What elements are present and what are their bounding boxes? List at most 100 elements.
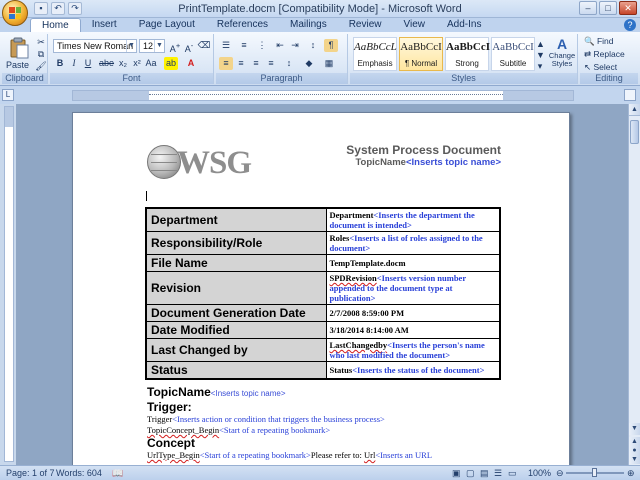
- shrink-font-icon[interactable]: A-: [182, 39, 196, 54]
- page-count[interactable]: Page: 1 of 7: [6, 468, 55, 478]
- zoom-knob[interactable]: [592, 468, 597, 477]
- decrease-indent-icon[interactable]: ⇤: [273, 39, 287, 52]
- topic-prefix: TopicName: [355, 157, 406, 168]
- align-right-icon[interactable]: ≡: [249, 57, 263, 70]
- previous-page-icon[interactable]: ▲: [629, 437, 640, 446]
- justify-icon[interactable]: ≡: [264, 57, 278, 70]
- row-value[interactable]: Status<Inserts the status of the documen…: [325, 361, 501, 380]
- zoom-out-icon[interactable]: ⊖: [556, 468, 564, 479]
- horizontal-ruler[interactable]: [72, 90, 574, 101]
- tab-mailings[interactable]: Mailings: [279, 18, 338, 32]
- select-button[interactable]: ↖ Select: [584, 62, 617, 73]
- zoom-in-icon[interactable]: ⊕: [627, 468, 635, 479]
- draft-icon[interactable]: ▭: [508, 468, 517, 479]
- browse-object-icon[interactable]: ●: [629, 446, 640, 455]
- format-painter-icon[interactable]: 🖌: [34, 60, 48, 73]
- numbering-icon[interactable]: ≡: [237, 39, 251, 52]
- topic-heading[interactable]: TopicName<Inserts topic name>: [147, 385, 507, 399]
- close-button[interactable]: ✕: [619, 1, 637, 15]
- zoom-slider[interactable]: [566, 468, 624, 477]
- minimize-button[interactable]: –: [579, 1, 597, 15]
- url-line[interactable]: UrlType_Begin<Start of a repeating bookm…: [147, 450, 507, 461]
- italic-icon[interactable]: I: [67, 57, 81, 70]
- font-name-combo[interactable]: Times New Roman ▼: [53, 39, 137, 53]
- shading-icon[interactable]: ◆: [302, 57, 316, 70]
- replace-button[interactable]: ⇄ Replace: [584, 49, 625, 60]
- web-layout-icon[interactable]: ▤: [480, 468, 489, 479]
- style-emphasis[interactable]: AaBbCcL Emphasis: [353, 37, 397, 71]
- underline-icon[interactable]: U: [81, 57, 95, 70]
- style-subtitle[interactable]: AaBbCcI Subtitle: [491, 37, 535, 71]
- vertical-scrollbar[interactable]: ▲ ▼ ▲ ● ▼: [628, 104, 640, 465]
- font-color-icon[interactable]: A: [184, 57, 198, 70]
- paste-icon[interactable]: [8, 37, 30, 59]
- bold-icon[interactable]: B: [53, 57, 67, 70]
- tab-review[interactable]: Review: [338, 18, 393, 32]
- align-left-icon[interactable]: ≡: [219, 57, 233, 70]
- tab-page-layout[interactable]: Page Layout: [128, 18, 206, 32]
- superscript-icon[interactable]: x²: [130, 57, 144, 70]
- row-value[interactable]: LastChangedby<Inserts the person's name …: [325, 338, 501, 362]
- paste-button-label[interactable]: Paste: [6, 60, 29, 70]
- multilevel-list-icon[interactable]: ⋮: [255, 39, 269, 52]
- document-page[interactable]: WSG System Process Document TopicName<In…: [72, 112, 570, 465]
- highlight-icon[interactable]: ab: [164, 57, 178, 70]
- font-name-value: Times New Roman: [57, 41, 134, 51]
- scroll-up-icon[interactable]: ▲: [629, 104, 640, 116]
- font-group: Times New Roman ▼ 12 ▼ A+ A- ⌫ B I U abe…: [50, 34, 214, 84]
- sort-icon[interactable]: ↕: [306, 39, 320, 52]
- tab-insert[interactable]: Insert: [81, 18, 128, 32]
- row-value[interactable]: SPDRevision<Inserts version number appen…: [325, 271, 501, 305]
- tab-selector-icon[interactable]: L: [2, 89, 14, 101]
- concept-heading[interactable]: Concept: [147, 436, 507, 450]
- print-layout-icon[interactable]: ▣: [452, 468, 461, 479]
- scroll-down-icon[interactable]: ▼: [629, 423, 640, 435]
- bullets-icon[interactable]: ☰: [219, 39, 233, 52]
- style-strong[interactable]: AaBbCcI Strong: [445, 37, 490, 71]
- align-center-icon[interactable]: ≡: [234, 57, 248, 70]
- styles-more-icon[interactable]: ▾: [536, 60, 544, 73]
- maximize-button[interactable]: □: [599, 1, 617, 15]
- tab-add-ins[interactable]: Add-Ins: [436, 18, 492, 32]
- subscript-icon[interactable]: x₂: [116, 57, 130, 70]
- help-icon[interactable]: ?: [624, 19, 636, 31]
- proofing-icon[interactable]: 📖: [112, 468, 123, 479]
- change-case-icon[interactable]: Aa: [144, 57, 158, 70]
- ruler-row: L: [0, 86, 640, 104]
- tab-home[interactable]: Home: [30, 18, 81, 33]
- row-value[interactable]: Department<Inserts the department the do…: [325, 207, 501, 232]
- borders-icon[interactable]: ▦: [322, 57, 336, 70]
- increase-indent-icon[interactable]: ⇥: [288, 39, 302, 52]
- tab-view[interactable]: View: [393, 18, 437, 32]
- change-styles-button[interactable]: A Change Styles: [548, 36, 576, 68]
- scroll-thumb[interactable]: [630, 120, 639, 144]
- strikethrough-icon[interactable]: abe: [99, 57, 114, 70]
- view-ruler-icon[interactable]: [624, 89, 636, 101]
- next-page-icon[interactable]: ▼: [629, 455, 640, 464]
- trigger-line[interactable]: Trigger<Inserts action or condition that…: [147, 414, 507, 425]
- tab-references[interactable]: References: [206, 18, 279, 32]
- concept-begin-line[interactable]: TopicConcept_Begin<Start of a repeating …: [147, 425, 507, 436]
- show-formatting-icon[interactable]: ¶: [324, 39, 338, 52]
- word-count[interactable]: Words: 604: [56, 468, 102, 478]
- chevron-down-icon[interactable]: ▼: [154, 40, 164, 52]
- clear-format-icon[interactable]: ⌫: [197, 39, 211, 52]
- find-button[interactable]: 🔍 Find: [584, 36, 614, 47]
- zoom-level[interactable]: 100%: [528, 468, 551, 478]
- row-value[interactable]: 2/7/2008 8:59:00 PM: [325, 304, 501, 322]
- font-size-combo[interactable]: 12 ▼: [139, 39, 165, 53]
- row-value[interactable]: 3/18/2014 8:14:00 AM: [325, 321, 501, 339]
- row-value[interactable]: Roles<Inserts a list of roles assigned t…: [325, 231, 501, 255]
- trigger-heading[interactable]: Trigger:: [147, 400, 507, 414]
- topic-line: TopicName<Inserts topic name>: [355, 157, 501, 168]
- outline-icon[interactable]: ☰: [494, 468, 502, 479]
- style-normal[interactable]: AaBbCcI ¶ Normal: [399, 37, 443, 71]
- grow-font-icon[interactable]: A+: [168, 39, 182, 54]
- style-sample: AaBbCcL: [354, 41, 397, 53]
- row-value[interactable]: TempTemplate.docm: [325, 254, 501, 272]
- office-button[interactable]: [2, 0, 28, 26]
- chevron-down-icon[interactable]: ▼: [126, 40, 136, 52]
- full-screen-icon[interactable]: ▢: [466, 468, 475, 479]
- line-spacing-icon[interactable]: ↕: [282, 57, 296, 70]
- row-label: File Name: [145, 254, 327, 272]
